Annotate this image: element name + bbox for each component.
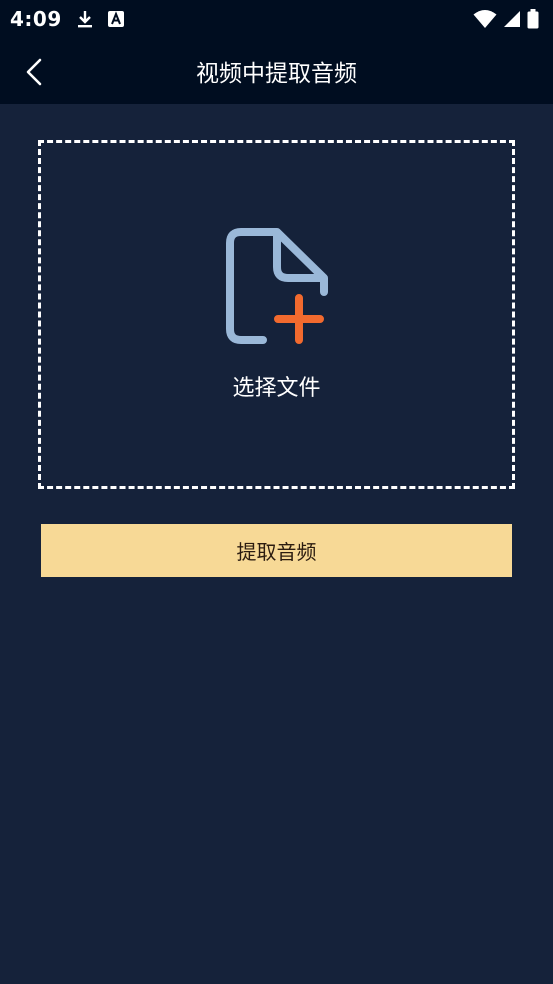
file-add-icon bbox=[225, 228, 328, 344]
extract-audio-button[interactable]: 提取音频 bbox=[41, 524, 512, 577]
app-header: 视频中提取音频 bbox=[0, 38, 553, 104]
chevron-left-icon bbox=[26, 58, 42, 86]
status-time: 4:09 bbox=[10, 7, 62, 31]
download-icon bbox=[77, 11, 92, 28]
battery-icon bbox=[527, 9, 539, 29]
status-bar: 4:09 bbox=[0, 0, 553, 38]
select-file-area[interactable]: 选择文件 bbox=[38, 140, 515, 489]
status-left: 4:09 bbox=[10, 7, 124, 31]
wifi-icon bbox=[473, 10, 497, 28]
status-right bbox=[473, 9, 539, 29]
page-title: 视频中提取音频 bbox=[196, 61, 357, 87]
select-file-label: 选择文件 bbox=[232, 376, 321, 401]
a-badge-icon bbox=[107, 11, 124, 27]
back-button[interactable] bbox=[16, 54, 52, 90]
signal-icon bbox=[504, 11, 520, 27]
